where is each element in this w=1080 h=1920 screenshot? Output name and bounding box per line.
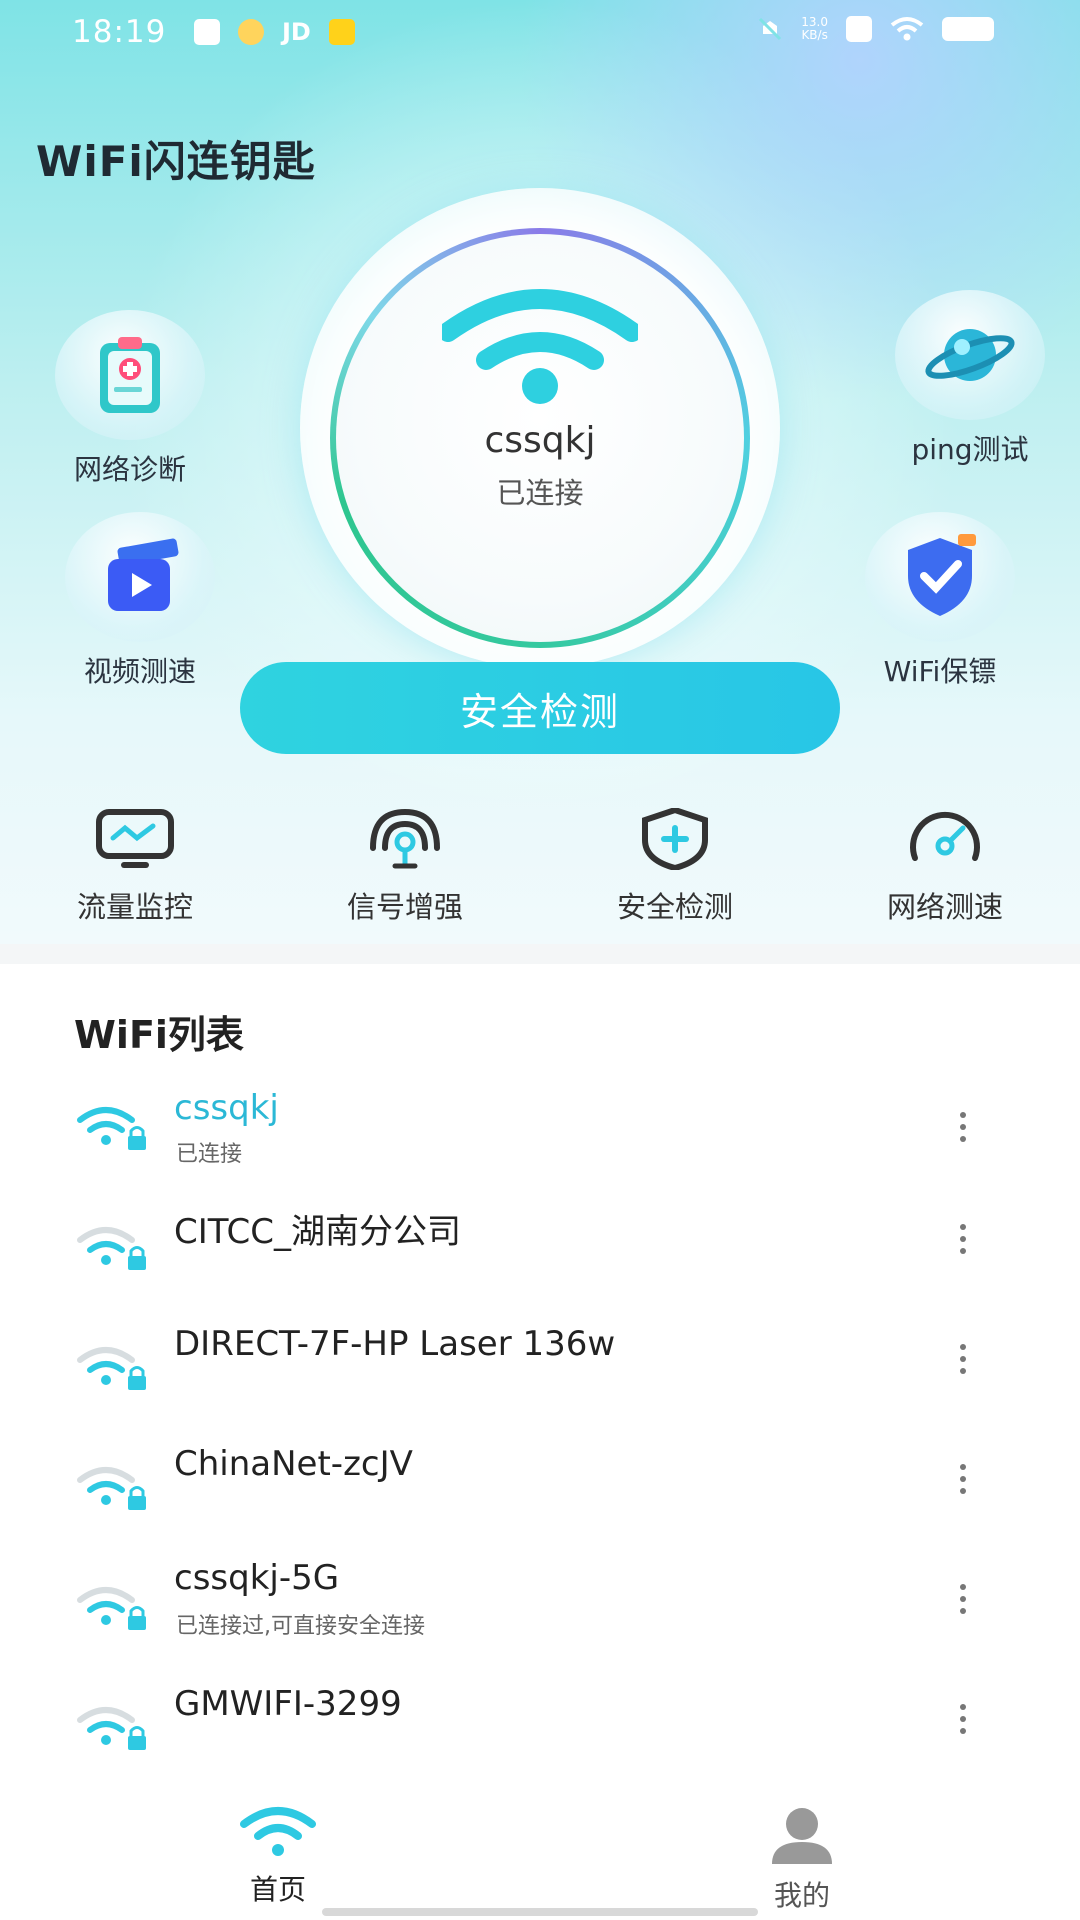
video-bubble	[65, 512, 215, 642]
wifi-locked-icon	[77, 1467, 146, 1510]
wifi-guard-label: WiFi保镖	[883, 655, 997, 688]
sim-icon	[846, 16, 872, 42]
wifi-locked-icon	[77, 1707, 146, 1750]
signal-boost-icon	[370, 808, 440, 869]
wifi-status: 已连接过,可直接安全连接	[176, 1614, 425, 1639]
wifi-ssid: DIRECT-7F-HP Laser 136w	[174, 1324, 616, 1364]
app-title: WiFi闪连钥匙	[36, 137, 316, 186]
feature-ping-test[interactable]: ping测试	[880, 290, 1060, 468]
wifi-tab-icon	[240, 1807, 316, 1856]
wifi-ssid: cssqkj	[174, 1088, 279, 1128]
diagnose-bubble	[55, 310, 205, 440]
battery-icon	[942, 17, 994, 41]
wifi-list-title: WiFi列表	[74, 1013, 244, 1057]
wifi-status: 已连接	[176, 1142, 243, 1167]
status-system-icons: 13.0 KB/s	[757, 16, 994, 42]
current-status: 已连接	[496, 476, 584, 510]
net-speed: 13.0 KB/s	[801, 16, 828, 42]
wifi-locked-icon	[77, 1587, 146, 1630]
tool-row: 流量监控 信号增强 安全检测 网络测速	[0, 808, 1080, 928]
current-ssid: cssqkj	[484, 420, 596, 461]
status-notification-icons: JD	[194, 18, 355, 46]
tool-label: 网络测速	[886, 890, 1003, 924]
status-bar: 18:19 JD 13.0 KB/s	[0, 0, 1080, 66]
security-shield-icon	[642, 808, 708, 870]
wifi-ssid: CITCC_湖南分公司	[174, 1212, 462, 1252]
feature-network-diagnose[interactable]: 网络诊断	[50, 310, 210, 488]
wifi-locked-icon	[77, 1227, 146, 1270]
wifi-list: cssqkj 已连接 CITCC_湖南分公司 DIRECT-7F-HP Lase…	[0, 1060, 1080, 1780]
net-speed-unit: KB/s	[801, 28, 828, 42]
diagnose-label: 网络诊断	[73, 453, 186, 486]
jd-icon: JD	[282, 18, 311, 46]
tool-label: 信号增强	[346, 890, 463, 924]
shield-check-icon	[908, 534, 976, 616]
status-time: 18:19	[72, 14, 167, 50]
security-check-button[interactable]: 安全检测	[240, 662, 840, 754]
wifi-list-item[interactable]: cssqkj 已连接	[0, 1060, 1080, 1180]
planet-icon	[925, 329, 1015, 381]
ping-bubble	[895, 290, 1045, 420]
tool-traffic-monitor[interactable]: 流量监控	[0, 808, 270, 928]
ping-label: ping测试	[911, 433, 1029, 466]
clipboard-medical-icon	[100, 337, 160, 413]
tool-speed-test[interactable]: 网络测速	[810, 808, 1080, 928]
wifi-list-item[interactable]: cssqkj-5G 已连接过,可直接安全连接	[0, 1540, 1080, 1660]
wifi-list-item[interactable]: CITCC_湖南分公司	[0, 1180, 1080, 1300]
feature-video-speed[interactable]: 视频测速	[60, 512, 220, 690]
tool-security-check[interactable]: 安全检测	[540, 808, 810, 928]
wifi-locked-icon	[77, 1107, 146, 1150]
more-options-icon[interactable]	[958, 1584, 968, 1620]
wifi-list-item[interactable]: DIRECT-7F-HP Laser 136w	[0, 1300, 1080, 1420]
home-indicator[interactable]	[322, 1908, 758, 1916]
more-options-icon[interactable]	[958, 1464, 968, 1500]
guard-bubble	[865, 512, 1015, 642]
video-speed-label: 视频测速	[83, 655, 196, 688]
more-options-icon[interactable]	[958, 1344, 968, 1380]
wifi-ssid: ChinaNet-zcJV	[174, 1444, 413, 1484]
user-icon	[772, 1808, 832, 1864]
tab-mine[interactable]: 我的	[702, 1806, 902, 1914]
tool-label: 安全检测	[616, 890, 733, 924]
wifi-list-item[interactable]: ChinaNet-zcJV	[0, 1420, 1080, 1540]
more-options-icon[interactable]	[958, 1704, 968, 1740]
silent-icon	[759, 17, 782, 41]
video-clapper-icon	[108, 538, 179, 611]
feature-wifi-guard[interactable]: WiFi保镖	[850, 512, 1030, 690]
more-options-icon[interactable]	[958, 1112, 968, 1148]
wifi-large-icon	[442, 289, 638, 404]
tool-signal-boost[interactable]: 信号增强	[270, 808, 540, 928]
wifi-ssid: GMWIFI-3299	[174, 1684, 402, 1724]
tab-home-label: 首页	[249, 1873, 306, 1906]
notification-app-icon	[194, 19, 220, 45]
wifi-ssid: cssqkj-5G	[174, 1558, 340, 1598]
weibo-icon	[238, 19, 264, 45]
traffic-monitor-icon	[96, 809, 174, 868]
bottom-tab-bar: 首页 我的	[0, 1786, 1080, 1920]
app-bird-icon	[328, 19, 355, 45]
speedometer-icon	[910, 811, 980, 861]
wifi-list-item[interactable]: GMWIFI-3299	[0, 1660, 1080, 1780]
tool-label: 流量监控	[76, 890, 193, 924]
section-divider	[0, 944, 1080, 964]
wifi-locked-icon	[77, 1347, 146, 1390]
wifi-status-icon	[890, 17, 924, 41]
tab-home[interactable]: 首页	[178, 1806, 378, 1908]
more-options-icon[interactable]	[958, 1224, 968, 1260]
